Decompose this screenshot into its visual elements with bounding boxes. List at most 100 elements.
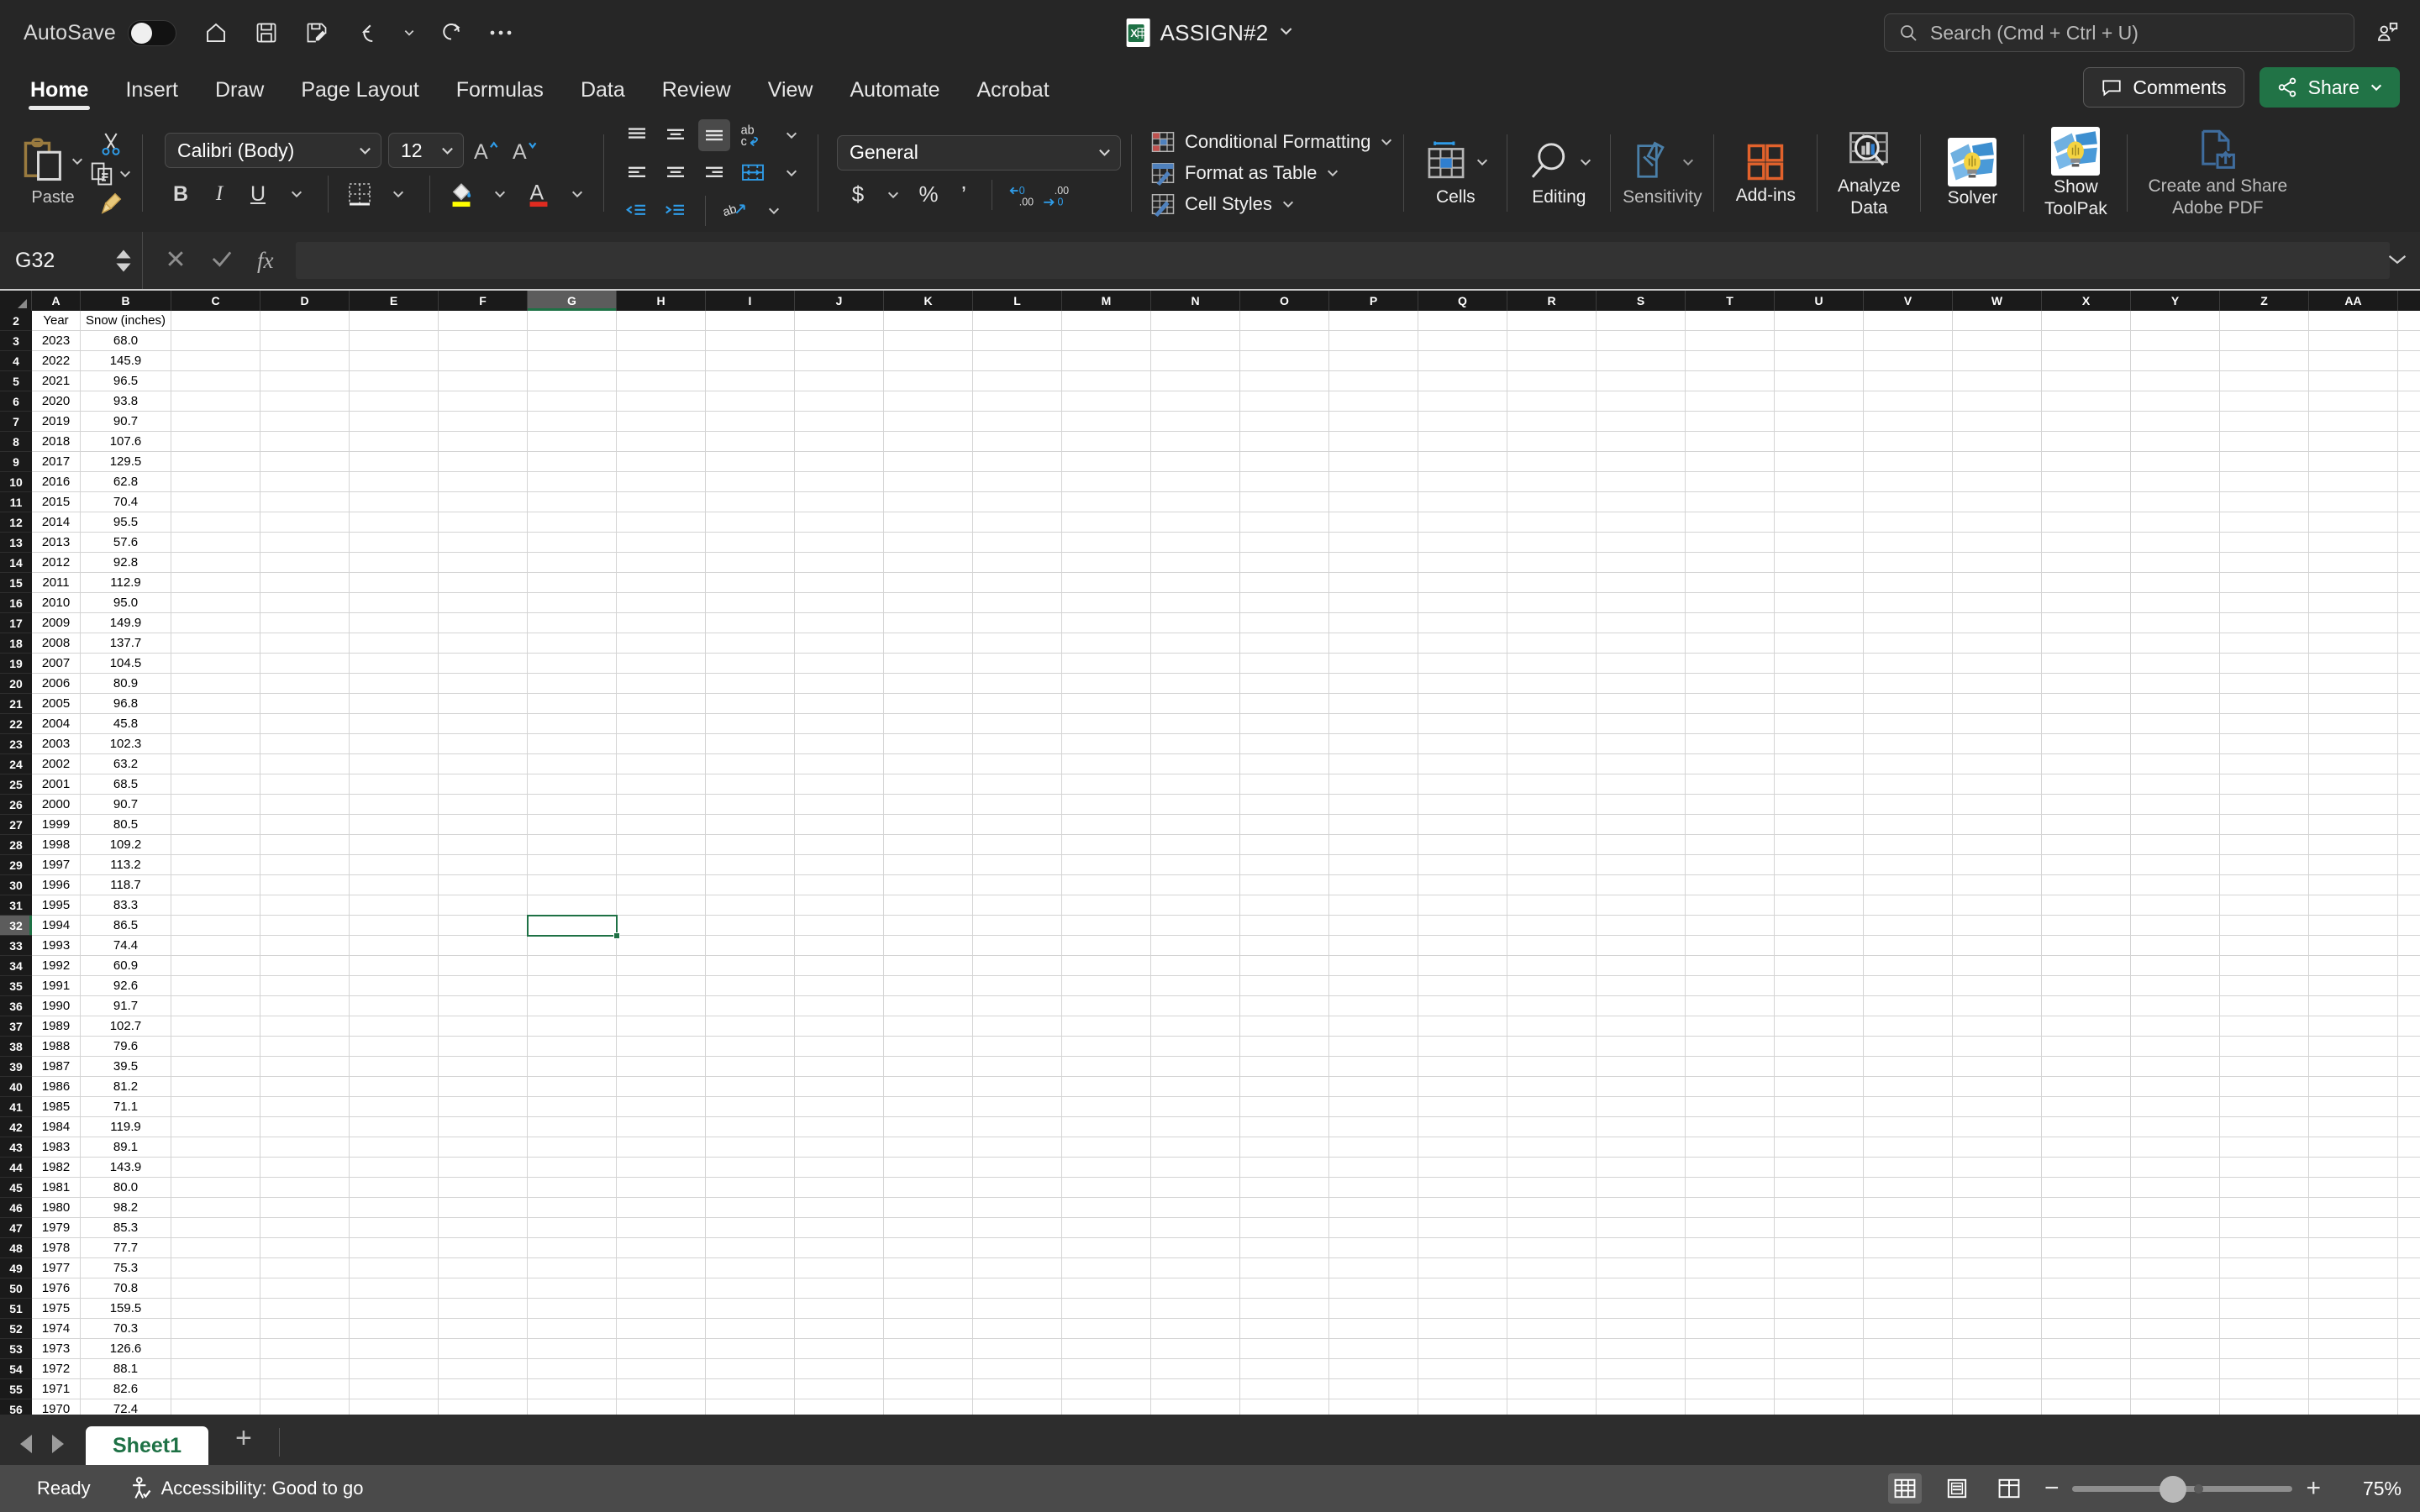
cell-A23[interactable]: 2003 [32, 734, 81, 754]
cell-B53[interactable]: 126.6 [81, 1339, 171, 1359]
cell-H31[interactable] [617, 895, 706, 916]
cell-P56[interactable] [1329, 1399, 1418, 1415]
cell-D45[interactable] [260, 1178, 350, 1198]
cell-N17[interactable] [1151, 613, 1240, 633]
cell-E53[interactable] [350, 1339, 439, 1359]
cell-I19[interactable] [706, 654, 795, 674]
cell-I13[interactable] [706, 533, 795, 553]
cell-M41[interactable] [1062, 1097, 1151, 1117]
table-row[interactable]: 2001 68.5 [32, 774, 2420, 795]
cell-X8[interactable] [2042, 432, 2131, 452]
cell-R25[interactable] [1507, 774, 1597, 795]
cell-C14[interactable] [171, 553, 260, 573]
cell-M10[interactable] [1062, 472, 1151, 492]
decrease-font-size-button[interactable]: A [509, 134, 541, 166]
cell-N2[interactable] [1151, 311, 1240, 331]
cell-C21[interactable] [171, 694, 260, 714]
font-color-button[interactable]: A [523, 178, 555, 210]
cell-N27[interactable] [1151, 815, 1240, 835]
cell-U28[interactable] [1775, 835, 1864, 855]
cell-B4[interactable]: 145.9 [81, 351, 171, 371]
tab-acrobat[interactable]: Acrobat [959, 78, 1068, 113]
cell-O9[interactable] [1240, 452, 1329, 472]
cell-L33[interactable] [973, 936, 1062, 956]
cell-D5[interactable] [260, 371, 350, 391]
table-row[interactable]: 2002 63.2 [32, 754, 2420, 774]
cell-V26[interactable] [1864, 795, 1953, 815]
cell-V17[interactable] [1864, 613, 1953, 633]
cell-N38[interactable] [1151, 1037, 1240, 1057]
cell-L10[interactable] [973, 472, 1062, 492]
cell-N29[interactable] [1151, 855, 1240, 875]
cell-P52[interactable] [1329, 1319, 1418, 1339]
cell-L19[interactable] [973, 654, 1062, 674]
cell-AB15[interactable] [2398, 573, 2420, 593]
cell-V27[interactable] [1864, 815, 1953, 835]
cell-X32[interactable] [2042, 916, 2131, 936]
cell-S9[interactable] [1597, 452, 1686, 472]
cell-X42[interactable] [2042, 1117, 2131, 1137]
cell-D28[interactable] [260, 835, 350, 855]
cell-M47[interactable] [1062, 1218, 1151, 1238]
cell-H4[interactable] [617, 351, 706, 371]
cell-D8[interactable] [260, 432, 350, 452]
cell-B38[interactable]: 79.6 [81, 1037, 171, 1057]
cell-T52[interactable] [1686, 1319, 1775, 1339]
cell-W52[interactable] [1953, 1319, 2042, 1339]
cell-Q21[interactable] [1418, 694, 1507, 714]
cell-Y20[interactable] [2131, 674, 2220, 694]
cell-V38[interactable] [1864, 1037, 1953, 1057]
cell-L52[interactable] [973, 1319, 1062, 1339]
cell-Z43[interactable] [2220, 1137, 2309, 1158]
cell-B7[interactable]: 90.7 [81, 412, 171, 432]
table-row[interactable]: 1975 159.5 [32, 1299, 2420, 1319]
cell-Y9[interactable] [2131, 452, 2220, 472]
cell-W45[interactable] [1953, 1178, 2042, 1198]
cell-L23[interactable] [973, 734, 1062, 754]
cell-Y55[interactable] [2131, 1379, 2220, 1399]
cell-O41[interactable] [1240, 1097, 1329, 1117]
cell-X48[interactable] [2042, 1238, 2131, 1258]
cell-W14[interactable] [1953, 553, 2042, 573]
cell-F46[interactable] [439, 1198, 528, 1218]
cell-D44[interactable] [260, 1158, 350, 1178]
cell-Y21[interactable] [2131, 694, 2220, 714]
cell-Q35[interactable] [1418, 976, 1507, 996]
cell-AB49[interactable] [2398, 1258, 2420, 1278]
cell-U18[interactable] [1775, 633, 1864, 654]
cell-G28[interactable] [528, 835, 617, 855]
cell-O38[interactable] [1240, 1037, 1329, 1057]
cell-S3[interactable] [1597, 331, 1686, 351]
cell-A5[interactable]: 2021 [32, 371, 81, 391]
cell-L3[interactable] [973, 331, 1062, 351]
row-header-24[interactable]: 24 [0, 754, 32, 774]
cell-A52[interactable]: 1974 [32, 1319, 81, 1339]
cell-O40[interactable] [1240, 1077, 1329, 1097]
cell-AB39[interactable] [2398, 1057, 2420, 1077]
cell-AB56[interactable] [2398, 1399, 2420, 1415]
cell-C49[interactable] [171, 1258, 260, 1278]
cell-G55[interactable] [528, 1379, 617, 1399]
table-row[interactable]: 2005 96.8 [32, 694, 2420, 714]
cell-T51[interactable] [1686, 1299, 1775, 1319]
cell-X43[interactable] [2042, 1137, 2131, 1158]
cell-D43[interactable] [260, 1137, 350, 1158]
cell-S23[interactable] [1597, 734, 1686, 754]
cell-Z37[interactable] [2220, 1016, 2309, 1037]
cell-T21[interactable] [1686, 694, 1775, 714]
cell-AB6[interactable] [2398, 391, 2420, 412]
cell-X3[interactable] [2042, 331, 2131, 351]
cell-Y4[interactable] [2131, 351, 2220, 371]
cell-I25[interactable] [706, 774, 795, 795]
cell-J13[interactable] [795, 533, 884, 553]
cell-T48[interactable] [1686, 1238, 1775, 1258]
cell-G45[interactable] [528, 1178, 617, 1198]
cell-E42[interactable] [350, 1117, 439, 1137]
cell-J50[interactable] [795, 1278, 884, 1299]
cell-N26[interactable] [1151, 795, 1240, 815]
cell-T9[interactable] [1686, 452, 1775, 472]
cell-E6[interactable] [350, 391, 439, 412]
cell-P50[interactable] [1329, 1278, 1418, 1299]
cell-I51[interactable] [706, 1299, 795, 1319]
cell-Y34[interactable] [2131, 956, 2220, 976]
